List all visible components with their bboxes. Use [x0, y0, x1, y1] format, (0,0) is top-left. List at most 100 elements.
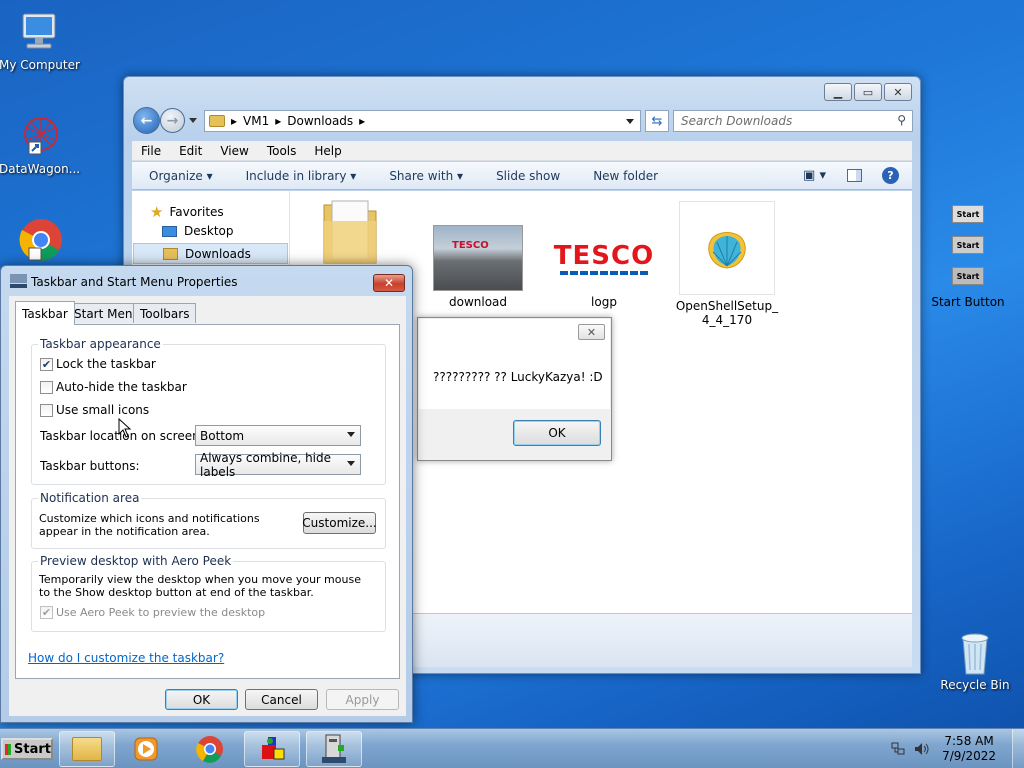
downloads-folder-icon — [163, 247, 178, 260]
refresh-button[interactable]: ⇆ — [645, 110, 669, 132]
auto-hide-checkbox[interactable]: Auto-hide the taskbar — [40, 380, 187, 394]
media-player-icon — [134, 737, 158, 761]
taskbar-app-cube[interactable] — [244, 731, 300, 767]
breadcrumb-vm1[interactable]: VM1 — [243, 114, 269, 128]
chrome-icon — [15, 214, 63, 262]
nav-favorites[interactable]: ★ Favorites — [150, 203, 224, 221]
tab-taskbar[interactable]: Taskbar — [15, 301, 75, 325]
command-bar: Organize ▾ Include in library ▾ Share wi… — [132, 162, 912, 190]
start-button[interactable]: Start — [1, 738, 53, 760]
desktop-icon-chrome[interactable] — [0, 214, 79, 264]
chevron-down-icon — [347, 461, 355, 466]
taskbar-tab-panel: Taskbar appearance ✔ Lock the taskbar Au… — [15, 324, 400, 679]
ok-button[interactable]: OK — [165, 689, 238, 710]
file-item-download[interactable]: TESCO download — [428, 225, 528, 309]
dialog-close-button[interactable]: ✕ — [373, 274, 405, 292]
taskbar-buttons-dropdown[interactable]: Always combine, hide labels — [195, 451, 361, 479]
msgbox-close-button[interactable]: ✕ — [578, 324, 605, 340]
menu-file[interactable]: File — [132, 144, 170, 158]
message-box: ✕ ????????? ?? LuckyKazya! :D OK — [417, 317, 612, 461]
msgbox-ok-button[interactable]: OK — [513, 420, 601, 446]
network-icon[interactable] — [891, 742, 905, 756]
file-name: Start Button — [931, 295, 1005, 309]
datawagon-icon — [15, 112, 63, 160]
explorer-folder-icon — [72, 737, 102, 761]
cancel-button[interactable]: Cancel — [245, 689, 318, 710]
nav-downloads[interactable]: Downloads — [133, 243, 288, 264]
share-with-button[interactable]: Share with ▾ — [372, 169, 479, 183]
file-item-folder[interactable] — [300, 197, 400, 269]
organize-button[interactable]: Organize ▾ — [132, 169, 229, 183]
auto-hide-label: Auto-hide the taskbar — [56, 380, 187, 394]
show-desktop-button[interactable] — [1012, 729, 1024, 768]
lock-taskbar-checkbox[interactable]: ✔ Lock the taskbar — [40, 357, 156, 371]
start-label: Start — [14, 741, 51, 757]
view-options-icon[interactable]: ▣ ▾ — [803, 168, 826, 183]
slide-show-button[interactable]: Slide show — [479, 169, 576, 183]
aero-peek-description: Temporarily view the desktop when you mo… — [39, 573, 361, 599]
apply-button: Apply — [326, 689, 399, 710]
help-icon[interactable]: ? — [882, 167, 899, 184]
preview-pane-icon[interactable] — [847, 169, 862, 182]
checkbox-checked-icon: ✔ — [40, 606, 53, 619]
tab-toolbars[interactable]: Toolbars — [133, 303, 197, 323]
breadcrumb-downloads[interactable]: Downloads — [287, 114, 353, 128]
volume-icon[interactable] — [914, 742, 930, 756]
recent-pages-dropdown-icon[interactable] — [189, 118, 197, 123]
back-button[interactable]: ← — [133, 107, 160, 134]
taskbar-chrome[interactable] — [182, 731, 238, 767]
chevron-down-icon — [347, 432, 355, 437]
taskbar-location-dropdown[interactable]: Bottom — [195, 425, 361, 446]
breadcrumb-arrow-icon: ▸ — [275, 114, 282, 128]
small-icons-checkbox[interactable]: Use small icons — [40, 403, 149, 417]
taskbar-media-player[interactable] — [118, 731, 174, 767]
taskbar-properties-icon — [10, 274, 27, 288]
menu-view[interactable]: View — [211, 144, 257, 158]
search-input[interactable]: Search Downloads ⚲ — [673, 110, 913, 132]
taskbar-explorer[interactable] — [59, 731, 115, 767]
taskbar-properties-app[interactable] — [306, 731, 362, 767]
nav-desktop[interactable]: Desktop — [162, 224, 234, 238]
new-folder-button[interactable]: New folder — [576, 169, 674, 183]
openshell-icon — [679, 201, 775, 295]
image-thumbnail-icon: TESCO — [433, 225, 523, 291]
desktop-icon-label: Recycle Bin — [940, 678, 1010, 692]
checkbox-icon — [40, 403, 53, 417]
include-label: Include in library — [245, 168, 347, 183]
file-item-openshellsetup[interactable]: OpenShellSetup_ 4_4_170 — [672, 201, 782, 327]
nav-desktop-label: Desktop — [184, 224, 234, 238]
small-icons-label: Use small icons — [56, 403, 150, 417]
minimize-button[interactable]: ▁ — [824, 83, 852, 101]
location-value: Bottom — [200, 428, 245, 443]
close-button[interactable]: ✕ — [884, 83, 912, 101]
dialog-title: Taskbar and Start Menu Properties — [31, 275, 238, 289]
desktop-folder-icon — [162, 225, 177, 237]
desktop-icon-my-computer[interactable]: My Computer — [0, 8, 80, 72]
aero-peek-checkbox: ✔ Use Aero Peek to preview the desktop — [40, 606, 265, 619]
checkbox-checked-icon: ✔ — [40, 357, 53, 371]
menu-tools[interactable]: Tools — [258, 144, 306, 158]
file-name: logp — [591, 295, 617, 309]
file-name: OpenShellSetup_ 4_4_170 — [675, 299, 779, 327]
file-item-logp[interactable]: TESCO logp — [554, 225, 654, 309]
system-clock[interactable]: 7:58 AM 7/9/2022 — [942, 734, 996, 764]
taskbar: Start 7:58 AM 7/9/2022 — [0, 728, 1024, 768]
maximize-button[interactable]: ▭ — [854, 83, 882, 101]
address-bar[interactable]: ▸ VM1 ▸ Downloads ▸ — [204, 110, 641, 132]
group-title: Preview desktop with Aero Peek — [38, 554, 234, 568]
menu-edit[interactable]: Edit — [170, 144, 211, 158]
desktop-icon-recycle-bin[interactable]: Recycle Bin — [935, 628, 1015, 692]
help-link[interactable]: How do I customize the taskbar? — [28, 651, 224, 665]
menu-help[interactable]: Help — [305, 144, 350, 158]
address-dropdown-icon[interactable] — [626, 119, 634, 124]
file-item-start-button[interactable]: Start Start Start Start Button — [918, 205, 1018, 309]
forward-button[interactable]: → — [160, 108, 185, 133]
buttons-label: Taskbar buttons: — [40, 459, 140, 473]
customize-button[interactable]: Customize... — [302, 512, 377, 534]
taskbar-properties-dialog: Taskbar and Start Menu Properties ✕ Task… — [0, 265, 413, 723]
desktop-icon-datawagon[interactable]: DataWagon... — [0, 112, 80, 176]
notification-description: Customize which icons and notifications … — [39, 512, 260, 538]
server-icon — [322, 734, 346, 763]
include-in-library-button[interactable]: Include in library ▾ — [229, 169, 373, 183]
clock-time: 7:58 AM — [944, 734, 994, 748]
